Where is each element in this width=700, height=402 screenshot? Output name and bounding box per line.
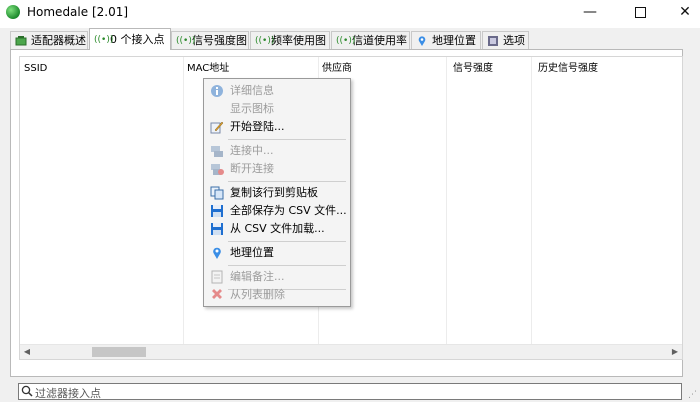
- tab-strip: 适配器概述 ((•)) 0 个接入点 ((•)) 信号强度图 ((•)) 频率使…: [0, 28, 700, 50]
- menu-item-label: 开始登陆...: [230, 120, 285, 133]
- load-icon: [210, 222, 224, 236]
- options-icon: [487, 35, 499, 47]
- filter-placeholder: 过滤器接入点: [35, 387, 101, 400]
- tab-label: 地理位置: [432, 34, 476, 47]
- notepad-pencil-icon: [210, 120, 224, 134]
- title-bar: Homedale [2.01] — ✕: [0, 0, 700, 28]
- tab-label: 选项: [503, 34, 525, 47]
- menu-item-save-csv[interactable]: 全部保存为 CSV 文件...: [206, 202, 348, 220]
- menu-item-show-icon[interactable]: 显示图标: [206, 100, 348, 118]
- menu-item-label: 详细信息: [230, 84, 274, 97]
- tab-label: 适配器概述: [31, 34, 86, 47]
- menu-item-label: 从 CSV 文件加载...: [230, 222, 325, 235]
- tab-label: 0 个接入点: [110, 33, 165, 46]
- tab-signal-strength-graph[interactable]: ((•)) 信号强度图: [171, 31, 249, 49]
- menu-item-details[interactable]: 详细信息: [206, 82, 348, 100]
- tab-frequency-usage-graph[interactable]: ((•)) 频率使用图: [250, 31, 330, 49]
- scrollbar-thumb[interactable]: [92, 347, 146, 357]
- wifi-signal-icon: ((•)): [255, 36, 275, 46]
- menu-item-label: 从列表删除: [230, 288, 285, 301]
- homedale-app-icon: [6, 5, 20, 19]
- tab-options[interactable]: 选项: [482, 31, 529, 49]
- menu-item-start-logging[interactable]: 开始登陆...: [206, 118, 348, 136]
- menu-separator: [228, 241, 346, 242]
- menu-item-disconnect[interactable]: 断开连接: [206, 160, 348, 178]
- menu-item-label: 断开连接: [230, 162, 274, 175]
- wifi-signal-icon: ((•)): [94, 35, 114, 45]
- wifi-signal-icon: ((•)): [336, 36, 356, 46]
- menu-item-copy-row[interactable]: 复制该行到剪贴板: [206, 184, 348, 202]
- context-menu: 详细信息 显示图标 开始登陆... 连接中... 断开连接 复制该行到剪贴板 全…: [203, 78, 351, 307]
- info-icon: [210, 84, 224, 98]
- column-header-signal-strength[interactable]: 信号强度: [449, 57, 534, 79]
- maximize-icon: [634, 6, 646, 18]
- column-divider: [446, 57, 447, 345]
- note-icon: [210, 270, 224, 284]
- menu-item-load-csv[interactable]: 从 CSV 文件加载...: [206, 220, 348, 238]
- save-icon: [210, 204, 224, 218]
- resize-grip-icon[interactable]: ⋰: [688, 390, 700, 402]
- close-button[interactable]: ✕: [662, 0, 700, 24]
- menu-item-label: 全部保存为 CSV 文件...: [230, 204, 347, 217]
- menu-item-geolocation[interactable]: 地理位置: [206, 244, 348, 262]
- window-title: Homedale [2.01]: [27, 5, 129, 19]
- tab-channel-usage[interactable]: ((•)) 信道使用率: [331, 31, 410, 49]
- tab-adapter-overview[interactable]: 适配器概述: [10, 31, 88, 49]
- menu-item-label: 编辑备注...: [230, 270, 285, 283]
- copy-icon: [210, 186, 224, 200]
- tab-access-points[interactable]: ((•)) 0 个接入点: [89, 28, 171, 50]
- location-pin-icon: [416, 35, 428, 47]
- menu-item-label: 复制该行到剪贴板: [230, 186, 318, 199]
- adapter-icon: [15, 35, 27, 47]
- scroll-left-arrow-icon[interactable]: ◀: [20, 345, 34, 359]
- connect-icon: [210, 144, 224, 158]
- menu-separator: [228, 139, 346, 140]
- access-point-list[interactable]: ^ SSID MAC地址 供应商 信号强度 历史信号强度 ◀ ▶: [19, 56, 683, 360]
- column-header-signal-history[interactable]: 历史信号强度: [534, 57, 682, 79]
- tab-label: 频率使用图: [271, 34, 326, 47]
- tab-geolocation[interactable]: 地理位置: [411, 31, 481, 49]
- menu-item-label: 显示图标: [230, 102, 274, 115]
- search-icon: [21, 385, 33, 400]
- menu-item-remove-from-list[interactable]: 从列表删除: [206, 286, 348, 304]
- maximize-button[interactable]: [617, 0, 663, 24]
- scroll-right-arrow-icon[interactable]: ▶: [668, 345, 682, 359]
- column-divider: [531, 57, 532, 345]
- tab-label: 信号强度图: [192, 34, 247, 47]
- column-header-vendor[interactable]: 供应商: [318, 57, 446, 79]
- column-header-ssid[interactable]: SSID: [20, 57, 192, 79]
- menu-item-edit-note[interactable]: 编辑备注...: [206, 268, 348, 286]
- filter-input[interactable]: 过滤器接入点: [18, 383, 682, 400]
- tab-label: 信道使用率: [352, 34, 407, 47]
- minimize-button[interactable]: —: [567, 0, 613, 24]
- location-pin-icon: [210, 246, 224, 260]
- column-divider: [183, 57, 184, 345]
- horizontal-scrollbar[interactable]: ◀ ▶: [20, 344, 682, 359]
- wifi-signal-icon: ((•)): [176, 36, 196, 46]
- menu-separator: [228, 181, 346, 182]
- column-header-mac-address[interactable]: MAC地址: [183, 57, 318, 79]
- menu-separator: [228, 265, 346, 266]
- disconnect-icon: [210, 162, 224, 176]
- menu-item-label: 连接中...: [230, 144, 274, 157]
- delete-icon: [210, 288, 224, 302]
- menu-item-label: 地理位置: [230, 246, 274, 259]
- menu-item-connecting[interactable]: 连接中...: [206, 142, 348, 160]
